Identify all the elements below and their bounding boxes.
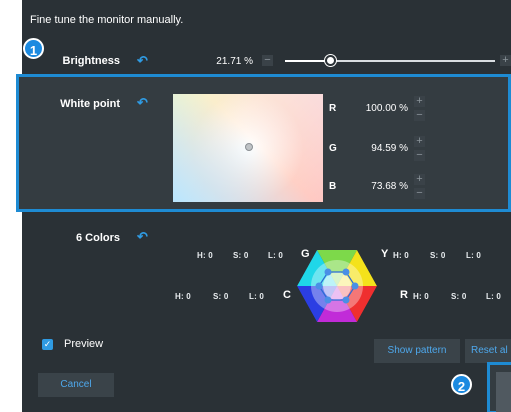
channel-r-increase-button[interactable]: +: [414, 96, 425, 107]
cyan-saturation-value: S: 0: [213, 292, 229, 301]
red-lightness-value: L: 0: [486, 292, 502, 301]
white-point-undo-icon[interactable]: ↶: [137, 96, 148, 109]
brightness-slider-thumb[interactable]: [324, 55, 336, 66]
green-hue-value: H: 0: [197, 251, 213, 260]
hexagon-handle-cyan: [315, 282, 323, 290]
yellow-saturation-value: S: 0: [430, 251, 446, 260]
green-lightness-value: L: 0: [268, 251, 284, 260]
channel-g-letter: G: [329, 143, 337, 154]
six-colors-undo-icon[interactable]: ↶: [137, 230, 148, 243]
reset-all-button[interactable]: Reset al: [465, 339, 511, 363]
six-color-hexagon[interactable]: [297, 246, 377, 326]
brightness-undo-icon[interactable]: ↶: [137, 54, 148, 67]
color-letter-r: R: [400, 289, 408, 301]
color-letter-c: C: [283, 289, 291, 301]
brightness-slider-fill: [285, 60, 331, 62]
monitor-tuning-window: Fine tune the monitor manually. Brightne…: [0, 0, 511, 412]
yellow-lightness-value: L: 0: [466, 251, 482, 260]
brightness-decrease-button[interactable]: −: [262, 55, 273, 66]
channel-r-value: 100.00 %: [365, 103, 408, 114]
hexagon-handle-blue: [324, 296, 332, 304]
brightness-increase-button[interactable]: +: [500, 55, 511, 66]
intro-text: Fine tune the monitor manually.: [30, 14, 184, 26]
hexagon-handle-red: [351, 282, 359, 290]
channel-g-value: 94.59 %: [371, 143, 408, 154]
channel-r-letter: R: [329, 103, 337, 114]
color-letter-y: Y: [381, 248, 389, 260]
step-badge-1: 1: [23, 38, 44, 59]
six-colors-label: 6 Colors: [75, 232, 120, 244]
cancel-button[interactable]: Cancel: [38, 373, 114, 397]
preview-label: Preview: [64, 338, 104, 350]
white-point-picker-cursor[interactable]: [245, 143, 253, 151]
cyan-lightness-value: L: 0: [249, 292, 265, 301]
hexagon-handle-magenta: [342, 296, 350, 304]
yellow-hue-value: H: 0: [393, 251, 409, 260]
red-hue-value: H: 0: [413, 292, 429, 301]
preview-checkbox[interactable]: ✓: [42, 339, 53, 350]
channel-b-letter: B: [329, 181, 337, 192]
green-saturation-value: S: 0: [233, 251, 249, 260]
red-saturation-value: S: 0: [451, 292, 467, 301]
brightness-value: 21.71 %: [216, 56, 253, 67]
white-point-label: White point: [60, 98, 120, 110]
show-pattern-button[interactable]: Show pattern: [374, 339, 460, 363]
confirm-button[interactable]: [496, 372, 511, 412]
brightness-label: Brightness: [62, 55, 120, 67]
channel-r-decrease-button[interactable]: −: [414, 110, 425, 121]
channel-g-decrease-button[interactable]: −: [414, 150, 425, 161]
channel-b-decrease-button[interactable]: −: [414, 188, 425, 199]
step-badge-2: 2: [451, 374, 472, 395]
channel-b-value: 73.68 %: [371, 181, 408, 192]
hexagon-handle-green: [324, 268, 332, 276]
channel-b-increase-button[interactable]: +: [414, 174, 425, 185]
hexagon-handle-yellow: [342, 268, 350, 276]
cyan-hue-value: H: 0: [175, 292, 191, 301]
channel-g-increase-button[interactable]: +: [414, 136, 425, 147]
